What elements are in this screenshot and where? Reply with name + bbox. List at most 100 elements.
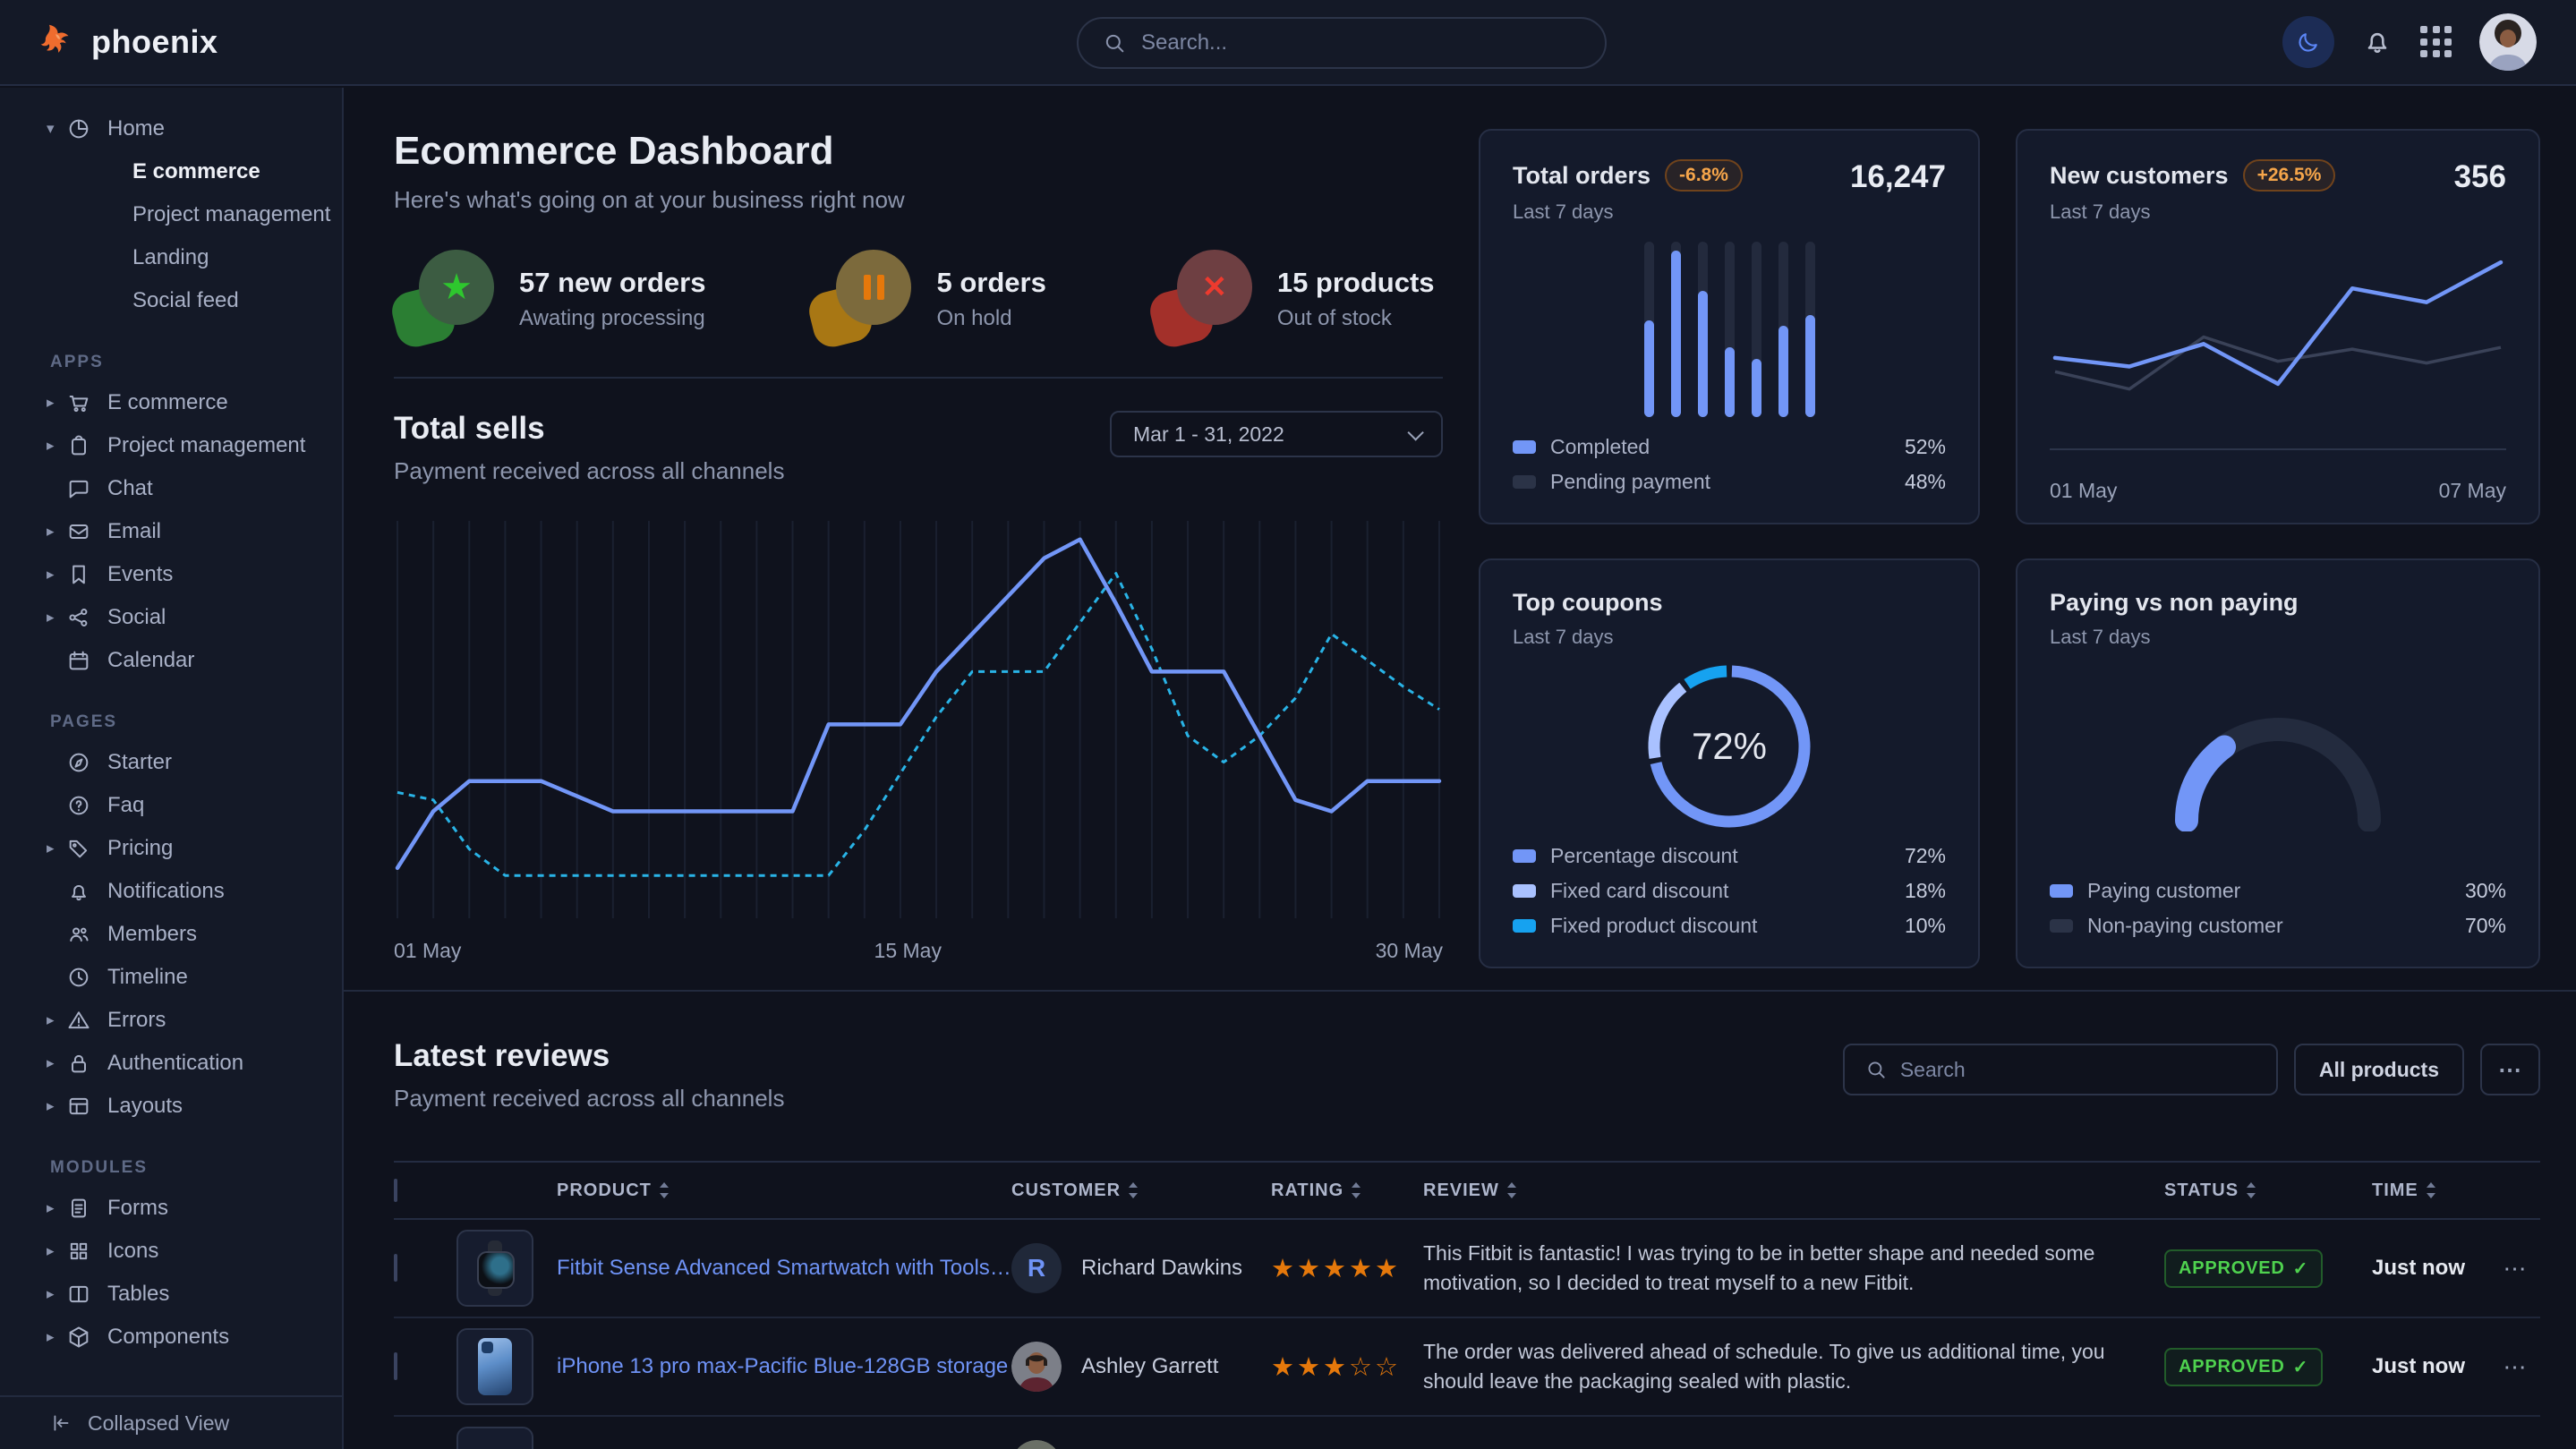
sidebar-item-members[interactable]: Members (0, 913, 342, 956)
sidebar-item-label: E commerce (107, 390, 228, 415)
order-bar (1671, 242, 1681, 417)
column-header-status[interactable]: STATUS (2164, 1181, 2372, 1201)
column-header-product[interactable]: PRODUCT (456, 1181, 1011, 1201)
sidebar-item-forms[interactable]: ▸Forms (0, 1187, 342, 1230)
sidebar-item-timeline[interactable]: Timeline (0, 956, 342, 999)
sidebar-item-email[interactable]: ▸Email (0, 510, 342, 553)
layout-icon (66, 1094, 91, 1119)
new-customers-card: New customers +26.5% Last 7 days 356 01 … (2016, 129, 2540, 524)
sidebar-item-events[interactable]: ▸Events (0, 553, 342, 596)
reviews-title: Latest reviews (394, 1038, 784, 1074)
all-products-button[interactable]: All products (2294, 1044, 2464, 1095)
product-cell (456, 1427, 1011, 1449)
main-content: Ecommerce Dashboard Here's what's going … (344, 88, 2576, 1449)
customer-cell: RRichard Dawkins (1011, 1243, 1271, 1293)
chat-icon (66, 476, 91, 501)
bell-icon (2361, 25, 2393, 57)
sidebar-item-chat[interactable]: Chat (0, 467, 342, 510)
legend-label: Pending payment (1550, 470, 1710, 494)
sidebar-item-errors[interactable]: ▸Errors (0, 999, 342, 1042)
legend-swatch (2050, 884, 2073, 898)
reviews-search-input[interactable] (1900, 1058, 2256, 1082)
global-search[interactable] (1077, 17, 1607, 69)
sidebar-item-authentication[interactable]: ▸Authentication (0, 1042, 342, 1085)
global-search-input[interactable] (1141, 30, 1582, 55)
top-coupons-card: Top coupons Last 7 days 72% Percentage d… (1479, 558, 1980, 968)
theme-toggle-button[interactable] (2282, 16, 2334, 68)
section-divider (344, 990, 2576, 992)
sidebar-item-label: Events (107, 562, 173, 587)
status-cell: APPROVED✓ (2164, 1249, 2372, 1288)
stat-caption: Awating processing (519, 306, 705, 331)
row-checkbox[interactable] (394, 1254, 397, 1282)
sidebar-item-tables[interactable]: ▸Tables (0, 1273, 342, 1316)
table-more-button[interactable]: ⋯ (2480, 1044, 2540, 1095)
clipboard-icon (66, 433, 91, 458)
sidebar-item-pricing[interactable]: ▸Pricing (0, 827, 342, 870)
caret-right-icon: ▸ (47, 1054, 66, 1072)
caret-down-icon: ▾ (47, 120, 66, 138)
card-title: New customers (2050, 162, 2229, 190)
customer-cell: Ashley Garrett (1011, 1342, 1271, 1392)
notifications-button[interactable] (2361, 25, 2393, 60)
sidebar-item-label: Project management (107, 433, 305, 458)
chevron-down-icon (1407, 424, 1423, 440)
row-select-cell (394, 1354, 456, 1379)
column-header-rating[interactable]: RATING (1271, 1181, 1423, 1201)
apps-grid-button[interactable] (2420, 26, 2452, 58)
legend-value: 18% (1905, 879, 1946, 903)
sidebar-subitem-landing[interactable]: Landing (0, 236, 342, 279)
paying-gauge-chart (2050, 649, 2506, 879)
sidebar-item-calendar[interactable]: Calendar (0, 639, 342, 682)
sidebar-item-project-management[interactable]: ▸Project management (0, 424, 342, 467)
sidebar-item-layouts[interactable]: ▸Layouts (0, 1085, 342, 1128)
column-header-time[interactable]: TIME (2372, 1181, 2490, 1201)
caret-right-icon: ▸ (47, 609, 66, 626)
collapsed-view-toggle[interactable]: Collapsed View (0, 1395, 342, 1449)
order-bar (1644, 242, 1654, 417)
sidebar-item-social[interactable]: ▸Social (0, 596, 342, 639)
sidebar-item-label: Calendar (107, 648, 194, 673)
table-row (394, 1417, 2540, 1449)
row-checkbox[interactable] (394, 1352, 397, 1380)
brand[interactable]: phoenix (39, 22, 218, 62)
phoenix-logo-icon (39, 22, 79, 62)
sidebar-subitem-project-management[interactable]: Project management (0, 193, 342, 236)
sidebar-item-icons[interactable]: ▸Icons (0, 1230, 342, 1273)
time-cell: Just now (2372, 1354, 2490, 1379)
product-thumbnail (456, 1328, 533, 1405)
sidebar-item-components[interactable]: ▸Components (0, 1316, 342, 1359)
column-header-review[interactable]: REVIEW (1423, 1181, 2164, 1201)
sidebar-item-e-commerce[interactable]: ▸E commerce (0, 381, 342, 424)
product-link[interactable]: Fitbit Sense Advanced Smartwatch with To… (557, 1256, 1011, 1281)
column-header-customer[interactable]: CUSTOMER (1011, 1181, 1271, 1201)
caret-right-icon: ▸ (47, 1011, 66, 1029)
bar-fill (1671, 251, 1681, 417)
x-label-end: 07 May (2439, 479, 2506, 503)
new-customers-chart: 01 May 07 May (2050, 224, 2506, 503)
row-more-button[interactable]: ⋯ (2490, 1353, 2540, 1381)
legend-row: Completed52% (1513, 435, 1946, 459)
total-sells-chart: 01 May 15 May 30 May (394, 521, 1443, 966)
sidebar-item-notifications[interactable]: Notifications (0, 870, 342, 913)
product-link[interactable]: iPhone 13 pro max-Pacific Blue-128GB sto… (557, 1354, 1008, 1379)
sidebar-subitem-e-commerce[interactable]: E commerce (0, 150, 342, 193)
reviews-search[interactable] (1843, 1044, 2278, 1095)
compass-icon (66, 750, 91, 775)
stat-text: 15 productsOut of stock (1277, 267, 1435, 331)
legend-value: 30% (2465, 879, 2506, 903)
date-range-select[interactable]: Mar 1 - 31, 2022 (1110, 411, 1443, 457)
row-more-button[interactable]: ⋯ (2490, 1255, 2540, 1283)
legend-row: Pending payment 48% (1513, 470, 1946, 494)
user-avatar[interactable] (2479, 13, 2537, 71)
sidebar-subitem-social-feed[interactable]: Social feed (0, 279, 342, 322)
sidebar: ▾HomeE commerceProject managementLanding… (0, 88, 344, 1449)
sidebar-item-faq[interactable]: Faq (0, 784, 342, 827)
total-orders-card: Total orders -6.8% Last 7 days 16,247 Co… (1479, 129, 1980, 524)
grid4-icon (66, 1239, 91, 1264)
warning-icon (66, 1008, 91, 1033)
sidebar-item-starter[interactable]: Starter (0, 741, 342, 784)
legend-value: 48% (1905, 470, 1946, 494)
select-all-checkbox[interactable] (394, 1179, 397, 1202)
sidebar-item-home[interactable]: ▾Home (0, 107, 342, 150)
